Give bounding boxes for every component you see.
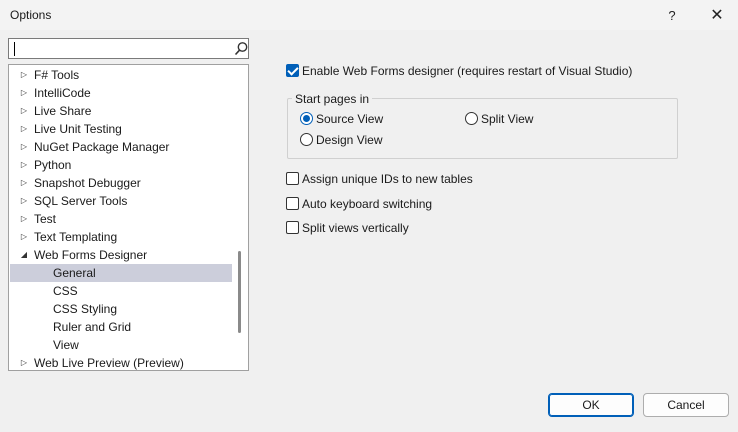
start-pages-title: Start pages in <box>292 92 373 106</box>
tree-item-snapshot-debugger[interactable]: ▷ Snapshot Debugger <box>10 174 232 192</box>
text-caret <box>14 42 15 56</box>
tree-item-label: General <box>53 266 96 280</box>
expand-icon[interactable]: ▷ <box>19 156 29 174</box>
help-button[interactable]: ? <box>652 0 692 30</box>
enable-designer-label[interactable]: Enable Web Forms designer (requires rest… <box>302 64 632 78</box>
close-icon: ✕ <box>710 7 724 24</box>
tree-item-text-templating[interactable]: ▷ Text Templating <box>10 228 232 246</box>
tree-item-ruler-and-grid[interactable]: Ruler and Grid <box>10 318 232 336</box>
tree-item-live-share[interactable]: ▷ Live Share <box>10 102 232 120</box>
split-view-label[interactable]: Split View <box>481 112 533 126</box>
title-bar: Options ? ✕ <box>0 0 738 30</box>
options-tree[interactable]: ▷ F# Tools ▷ IntelliCode ▷ Live Share ▷ … <box>8 64 249 371</box>
tree-item-label: Snapshot Debugger <box>34 176 141 190</box>
design-view-radio[interactable] <box>300 133 313 146</box>
split-view-radio[interactable] <box>465 112 478 125</box>
tree-item-label: IntelliCode <box>34 86 91 100</box>
tree-item-fsharp-tools[interactable]: ▷ F# Tools <box>10 66 232 84</box>
tree-item-label: Web Live Preview (Preview) <box>34 356 184 370</box>
tree-item-label: Ruler and Grid <box>53 320 132 334</box>
options-dialog: Options ? ✕ ▷ F# Tools ▷ IntelliCode ▷ L… <box>0 0 738 432</box>
auto-keyboard-checkbox[interactable] <box>286 197 299 210</box>
expand-icon[interactable]: ▷ <box>19 354 29 370</box>
split-vertical-checkbox[interactable] <box>286 221 299 234</box>
tree-item-intellicode[interactable]: ▷ IntelliCode <box>10 84 232 102</box>
search-icon[interactable] <box>234 41 248 57</box>
auto-keyboard-label[interactable]: Auto keyboard switching <box>302 197 432 211</box>
help-icon: ? <box>668 7 676 23</box>
expand-icon[interactable]: ▷ <box>19 210 29 228</box>
tree-item-label: View <box>53 338 79 352</box>
expand-icon[interactable]: ▷ <box>19 66 29 84</box>
expand-icon[interactable]: ▷ <box>19 84 29 102</box>
expand-icon[interactable]: ▷ <box>19 174 29 192</box>
split-vertical-label[interactable]: Split views vertically <box>302 221 409 235</box>
tree-item-web-live-preview[interactable]: ▷ Web Live Preview (Preview) <box>10 354 232 370</box>
window-title: Options <box>10 8 52 22</box>
collapse-icon[interactable]: ◢ <box>19 246 29 264</box>
tree-item-python[interactable]: ▷ Python <box>10 156 232 174</box>
tree-item-label: CSS <box>53 284 78 298</box>
tree-item-live-unit-testing[interactable]: ▷ Live Unit Testing <box>10 120 232 138</box>
search-box <box>8 38 249 59</box>
expand-icon[interactable]: ▷ <box>19 102 29 120</box>
tree-item-sql-server-tools[interactable]: ▷ SQL Server Tools <box>10 192 232 210</box>
enable-designer-checkbox[interactable] <box>286 64 299 77</box>
tree-item-nuget-package-manager[interactable]: ▷ NuGet Package Manager <box>10 138 232 156</box>
tree-item-label: Test <box>34 212 57 226</box>
tree-item-label: F# Tools <box>34 68 80 82</box>
source-view-radio[interactable] <box>300 112 313 125</box>
tree-item-web-forms-designer[interactable]: ◢ Web Forms Designer <box>10 246 232 264</box>
design-view-label[interactable]: Design View <box>316 133 382 147</box>
unique-ids-checkbox[interactable] <box>286 172 299 185</box>
tree-item-css[interactable]: CSS <box>10 282 232 300</box>
tree-item-css-styling[interactable]: CSS Styling <box>10 300 232 318</box>
source-view-label[interactable]: Source View <box>316 112 383 126</box>
close-button[interactable]: ✕ <box>697 0 737 30</box>
ok-button[interactable]: OK <box>548 393 634 417</box>
search-input[interactable] <box>12 40 227 57</box>
tree-scrollbar-thumb[interactable] <box>238 251 241 333</box>
tree-item-label: CSS Styling <box>53 302 118 316</box>
tree-item-general[interactable]: General <box>10 264 232 282</box>
cancel-button[interactable]: Cancel <box>643 393 729 417</box>
expand-icon[interactable]: ▷ <box>19 192 29 210</box>
expand-icon[interactable]: ▷ <box>19 138 29 156</box>
unique-ids-label[interactable]: Assign unique IDs to new tables <box>302 172 473 186</box>
expand-icon[interactable]: ▷ <box>19 120 29 138</box>
tree-item-label: Web Forms Designer <box>34 248 148 262</box>
tree-item-view[interactable]: View <box>10 336 232 354</box>
tree-item-label: SQL Server Tools <box>34 194 128 208</box>
tree-item-label: Live Unit Testing <box>34 122 122 136</box>
start-pages-group <box>287 98 678 159</box>
tree-item-label: NuGet Package Manager <box>34 140 170 154</box>
tree-item-label: Python <box>34 158 72 172</box>
expand-icon[interactable]: ▷ <box>19 228 29 246</box>
tree-item-label: Text Templating <box>34 230 118 244</box>
tree-item-test[interactable]: ▷ Test <box>10 210 232 228</box>
tree-item-label: Live Share <box>34 104 92 118</box>
